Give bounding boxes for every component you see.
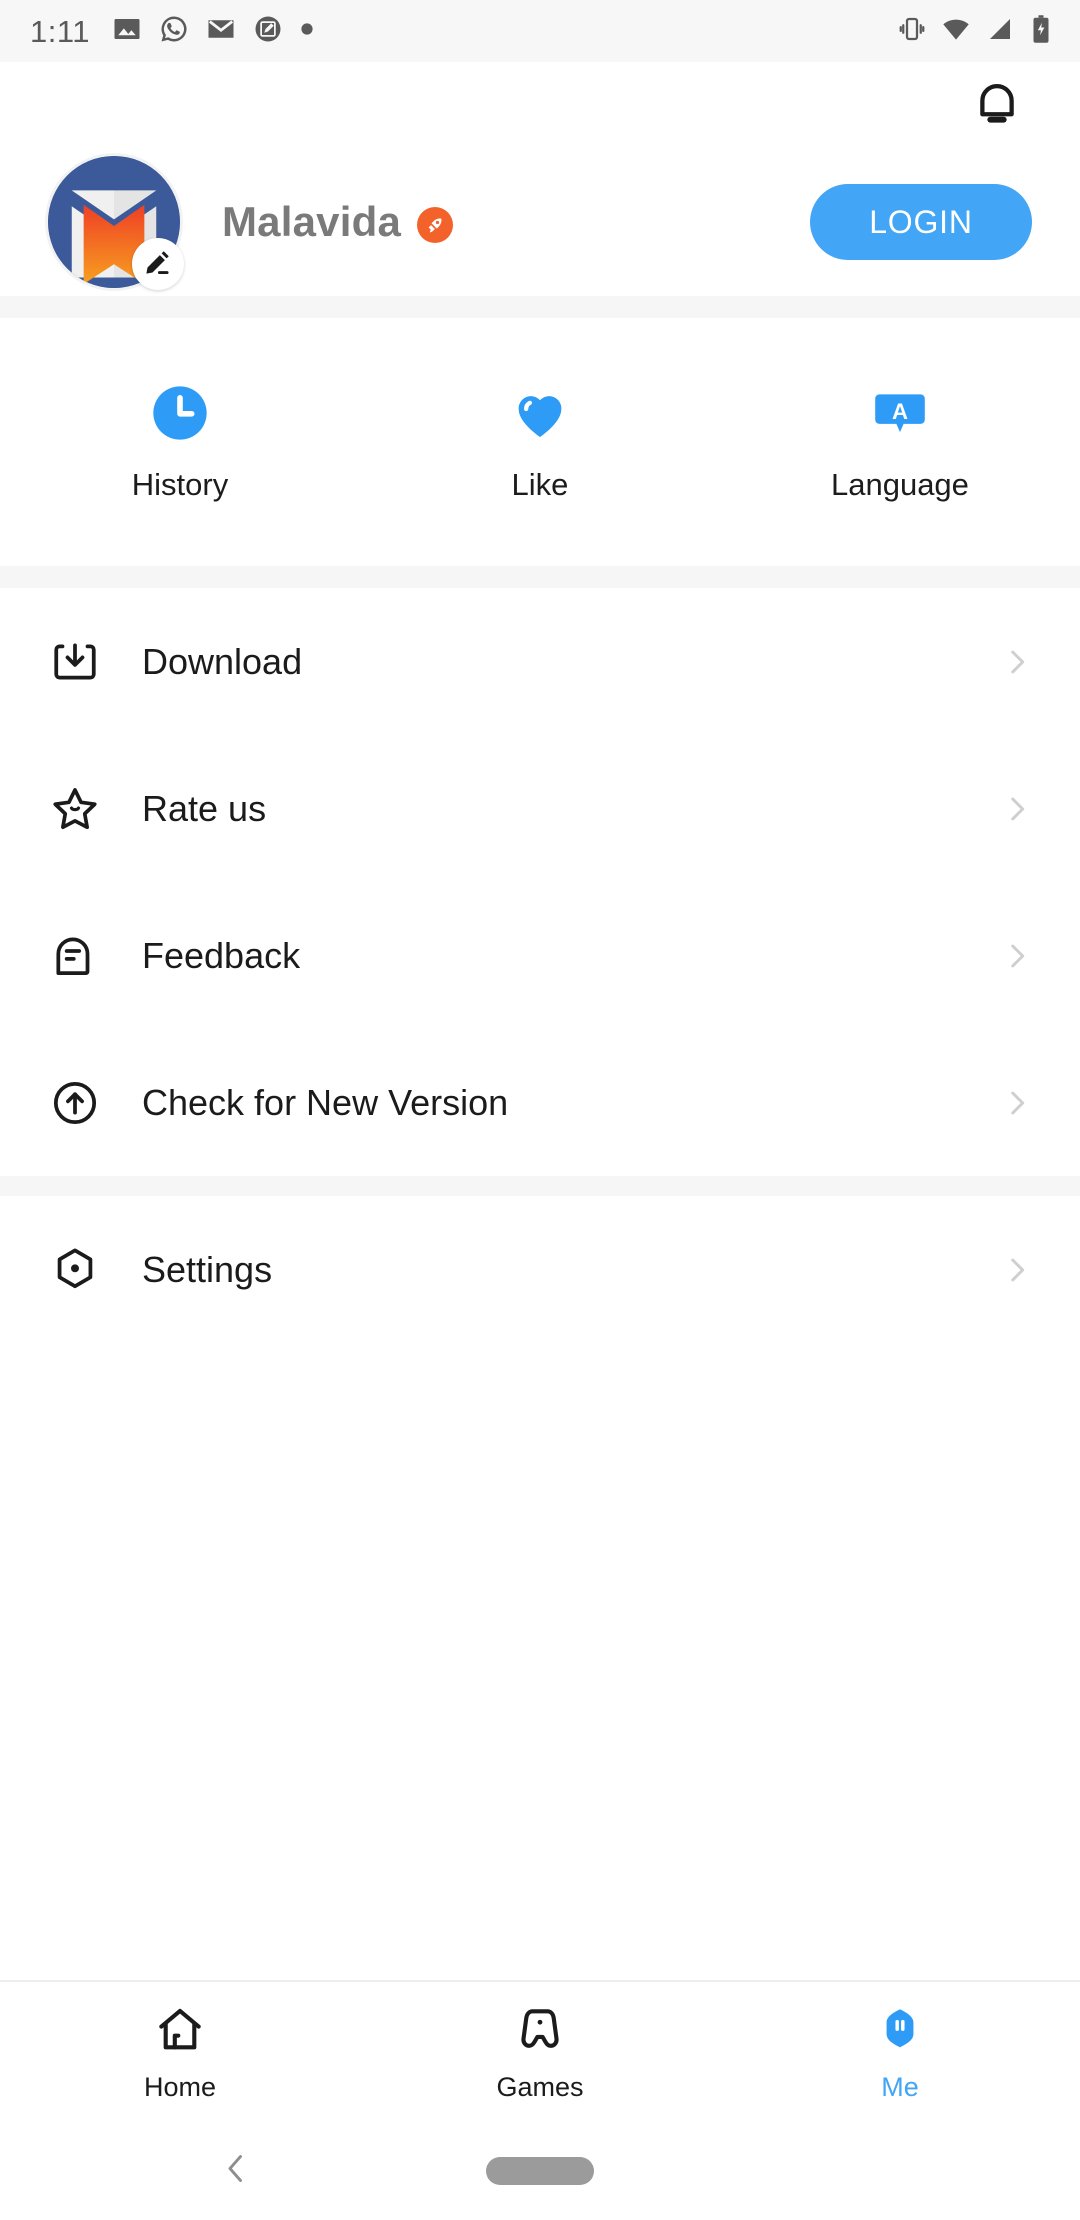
quick-action-language[interactable]: A Language [720, 381, 1080, 503]
me-profile-icon [874, 2002, 926, 2058]
chevron-right-icon [1000, 1086, 1034, 1120]
section-divider [0, 566, 1080, 588]
battery-charging-icon [1028, 14, 1054, 49]
svg-text:A: A [892, 399, 908, 424]
menu-item-settings[interactable]: Settings [0, 1196, 1080, 1343]
nav-item-label: Home [143, 2071, 216, 2102]
chevron-right-icon [1000, 645, 1034, 679]
menu-item-label: Check for New Version [142, 1081, 509, 1123]
section-divider [0, 1176, 1080, 1196]
android-system-nav [0, 2122, 1080, 2220]
menu-item-label: Download [142, 640, 303, 682]
star-icon [48, 782, 102, 836]
section-divider [0, 296, 1080, 318]
menu-item-download[interactable]: Download [0, 588, 1080, 735]
bell-icon [970, 76, 1024, 135]
app-top-bar [0, 62, 1080, 148]
edit-avatar-button[interactable] [132, 238, 184, 290]
app-screen: 1:11 Malavida LOGIN History Like A Langu… [0, 0, 1080, 2220]
chevron-right-icon [1000, 1253, 1034, 1287]
chevron-right-icon [1000, 939, 1034, 973]
quick-action-label: History [131, 467, 229, 502]
notifications-button[interactable] [960, 68, 1034, 142]
home-icon [154, 2002, 206, 2058]
wifi-icon [940, 13, 972, 50]
nav-item-games[interactable]: Games [360, 2002, 720, 2103]
profile-identity: Malavida [222, 198, 810, 246]
vibrate-icon [897, 14, 927, 49]
quick-action-like[interactable]: Like [360, 381, 720, 503]
screenshot-markup-icon [253, 14, 283, 49]
menu-group-settings: Settings [0, 1196, 1080, 1343]
status-bar-clock: 1:11 [30, 13, 91, 49]
menu-item-label: Feedback [142, 934, 301, 976]
download-tray-icon [48, 635, 102, 689]
status-bar: 1:11 [0, 0, 1080, 62]
menu-item-label: Settings [142, 1248, 273, 1290]
quick-action-label: Like [511, 467, 569, 502]
status-bar-system-icons [897, 13, 1054, 50]
home-indicator-pill[interactable] [486, 2157, 594, 2185]
menu-group-primary: Download Rate us Feedback Check for New … [0, 588, 1080, 1176]
pencil-edit-icon [143, 247, 173, 282]
status-bar-notification-icons [112, 14, 314, 49]
avatar[interactable] [48, 156, 184, 290]
profile-name: Malavida [222, 198, 402, 245]
back-chevron-icon[interactable] [218, 2151, 254, 2192]
menu-item-feedback[interactable]: Feedback [0, 882, 1080, 1029]
quick-action-label: Language [830, 467, 969, 502]
cellular-signal-icon [985, 14, 1015, 49]
quick-action-history[interactable]: History [0, 381, 360, 503]
update-arrow-icon [48, 1076, 102, 1130]
gamepad-icon [514, 2002, 566, 2058]
heart-icon [508, 381, 572, 445]
quick-actions-row: History Like A Language [0, 318, 1080, 566]
menu-item-rate-us[interactable]: Rate us [0, 735, 1080, 882]
content-filler [0, 1343, 1080, 1980]
photos-icon [112, 14, 142, 49]
nav-item-me[interactable]: Me [720, 2002, 1080, 2103]
menu-item-check-new-version[interactable]: Check for New Version [0, 1029, 1080, 1176]
feedback-chat-icon [48, 929, 102, 983]
dot-indicator-icon [300, 22, 314, 41]
bottom-navigation: Home Games Me [0, 1980, 1080, 2122]
gmail-icon [206, 14, 236, 49]
translate-language-icon: A [869, 381, 931, 445]
login-button[interactable]: LOGIN [810, 184, 1032, 260]
whatsapp-icon [159, 14, 189, 49]
rocket-icon [417, 207, 454, 243]
chevron-right-icon [1000, 792, 1034, 826]
menu-item-label: Rate us [142, 787, 267, 829]
settings-hexagon-icon [48, 1243, 102, 1297]
nav-item-home[interactable]: Home [0, 2002, 360, 2103]
nav-item-label: Games [496, 2071, 584, 2102]
nav-item-label: Me [881, 2071, 919, 2102]
profile-header: Malavida LOGIN [0, 148, 1080, 296]
clock-icon [148, 381, 212, 445]
